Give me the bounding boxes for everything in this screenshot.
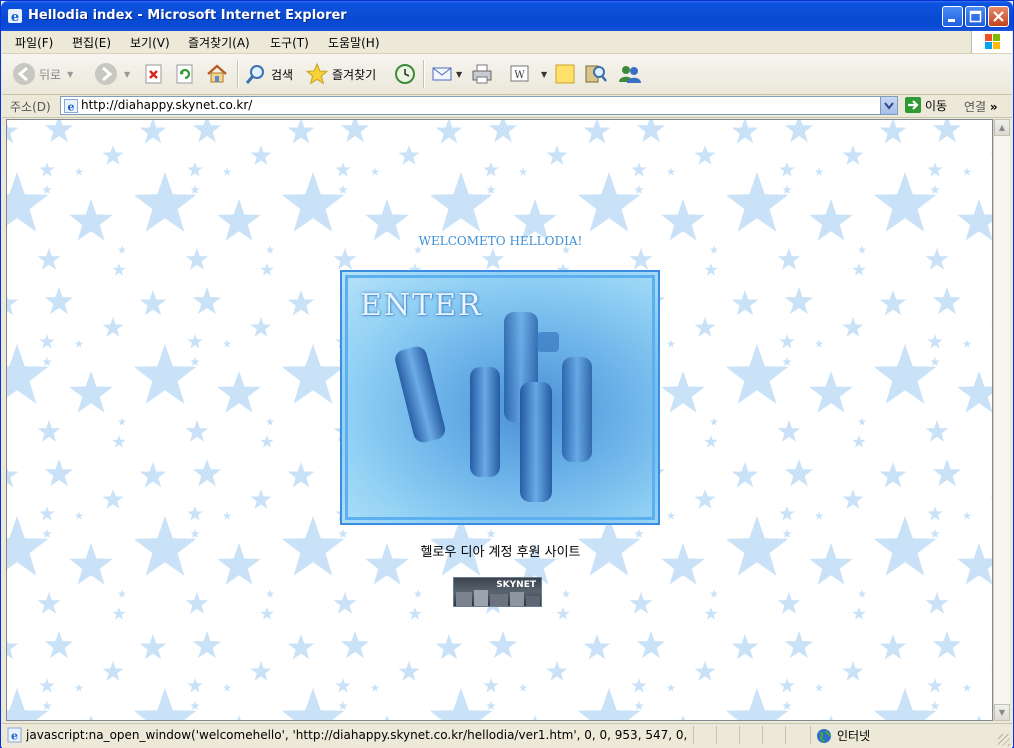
title-bar[interactable]: e Hellodia index - Microsoft Internet Ex… [1, 1, 1013, 31]
minimize-icon [948, 19, 955, 22]
close-button[interactable] [988, 6, 1009, 27]
window-title: Hellodia index - Microsoft Internet Expl… [28, 8, 347, 23]
scroll-down-button[interactable]: ▼ [994, 704, 1010, 721]
welcome-text: WELCOMETO HELLODIA! [418, 234, 583, 248]
minimize-button[interactable] [942, 6, 963, 27]
ie-page-icon: e [64, 99, 78, 113]
mail-dropdown-icon[interactable]: ▼ [456, 70, 462, 79]
address-input[interactable] [81, 98, 871, 112]
menu-help[interactable]: 도움말(H) [328, 34, 380, 51]
back-arrow-icon [13, 63, 35, 85]
toolbar-separator [423, 60, 425, 88]
back-label: 뒤로 [39, 67, 62, 82]
enter-image-link[interactable]: ENTER [340, 270, 660, 525]
scroll-up-button[interactable]: ▲ [994, 119, 1010, 136]
messenger-icon [619, 66, 641, 83]
stop-icon [145, 64, 162, 84]
menu-tools[interactable]: 도구(T) [270, 34, 309, 51]
address-field[interactable]: e [60, 96, 898, 115]
go-button[interactable]: 이동 [904, 96, 947, 114]
svg-text:e: e [68, 101, 75, 114]
address-label: 주소(D) [10, 100, 51, 114]
printer-icon [472, 64, 492, 84]
status-divider [739, 726, 740, 744]
vertical-scrollbar[interactable]: ▲ ▼ [993, 119, 1010, 721]
status-divider [810, 726, 811, 744]
zone-label: 인터넷 [837, 729, 871, 743]
resize-grip[interactable] [998, 734, 1010, 746]
ie-icon: e [8, 9, 22, 24]
address-bar: 주소(D) e 이동 연결 » [2, 95, 1012, 118]
status-divider [693, 726, 694, 744]
search-icon [245, 65, 264, 84]
windows-logo [971, 31, 1012, 53]
refresh-button[interactable] [174, 60, 196, 88]
word-icon: W [510, 65, 529, 82]
browser-window: e Hellodia index - Microsoft Internet Ex… [0, 0, 1014, 748]
status-text: javascript:na_open_window('welcomehello'… [26, 728, 692, 742]
links-button[interactable]: 연결 » [964, 98, 998, 115]
maximize-button[interactable] [965, 6, 986, 27]
edit-dropdown-icon[interactable]: ▼ [541, 70, 547, 79]
skynet-banner-link[interactable]: SKYNET [453, 577, 542, 607]
banner-text: SKYNET [496, 580, 536, 590]
menu-edit[interactable]: 편집(E) [72, 34, 111, 51]
favorites-button[interactable]: 즐겨찾기 [305, 60, 376, 88]
back-dropdown-icon[interactable]: ▼ [67, 70, 73, 79]
search-button[interactable]: 검색 [244, 60, 293, 88]
svg-text:e: e [11, 10, 19, 24]
stop-button[interactable] [143, 60, 165, 88]
menu-file[interactable]: 파일(F) [15, 34, 53, 51]
go-label: 이동 [925, 98, 948, 113]
refresh-icon [176, 64, 193, 84]
print-button[interactable] [470, 60, 494, 88]
discuss-button[interactable] [553, 60, 577, 88]
toolbar: 뒤로 ▼ ▼ 검색 즐겨찾기 ▼ W ▼ [2, 54, 1012, 95]
history-icon [395, 64, 415, 84]
forward-button[interactable]: ▼ [94, 60, 130, 88]
home-button[interactable] [205, 60, 229, 88]
menu-view[interactable]: 보기(V) [130, 34, 170, 51]
go-arrow-icon [905, 97, 921, 113]
research-icon [585, 65, 607, 83]
search-label: 검색 [271, 67, 294, 82]
status-divider [785, 726, 786, 744]
ie-page-icon: e [7, 727, 22, 743]
site-description: 헬로우 디아 계정 후원 사이트 [420, 545, 581, 560]
close-icon [993, 11, 1004, 22]
mail-button[interactable]: ▼ [431, 60, 462, 88]
chevron-right-icon: » [989, 100, 998, 114]
enter-text: ENTER [360, 288, 483, 323]
toolbar-separator [237, 60, 239, 88]
menu-bar: 파일(F) 편집(E) 보기(V) 즐겨찾기(A) 도구(T) 도움말(H) [2, 31, 1012, 54]
maximize-icon [969, 10, 982, 23]
mail-icon [432, 67, 452, 81]
security-zone: 인터넷 [816, 727, 870, 744]
research-button[interactable] [584, 60, 608, 88]
home-icon [207, 64, 227, 83]
back-button[interactable]: 뒤로 ▼ [12, 60, 73, 88]
page-content: WELCOMETO HELLODIA! ENTER 헬로우 디아 계정 후원 사… [6, 119, 993, 721]
status-divider [762, 726, 763, 744]
menu-favorites[interactable]: 즐겨찾기(A) [188, 34, 250, 51]
star-icon [305, 62, 329, 85]
note-icon [555, 64, 575, 84]
forward-dropdown-icon[interactable]: ▼ [124, 70, 130, 79]
globe-icon [817, 728, 831, 743]
edit-button[interactable]: W ▼ [509, 60, 547, 88]
svg-text:W: W [514, 70, 525, 81]
forward-arrow-icon [95, 63, 117, 85]
history-button[interactable] [393, 60, 417, 88]
status-divider [716, 726, 717, 744]
address-dropdown-button[interactable] [880, 97, 897, 114]
windows-flag-icon [985, 34, 1000, 49]
links-label: 연결 [964, 100, 987, 114]
chevron-down-icon [884, 102, 894, 110]
status-bar: e javascript:na_open_window('welcomehell… [2, 723, 1012, 748]
svg-text:e: e [11, 730, 18, 743]
favorites-label: 즐겨찾기 [332, 67, 377, 82]
messenger-button[interactable] [617, 60, 643, 88]
